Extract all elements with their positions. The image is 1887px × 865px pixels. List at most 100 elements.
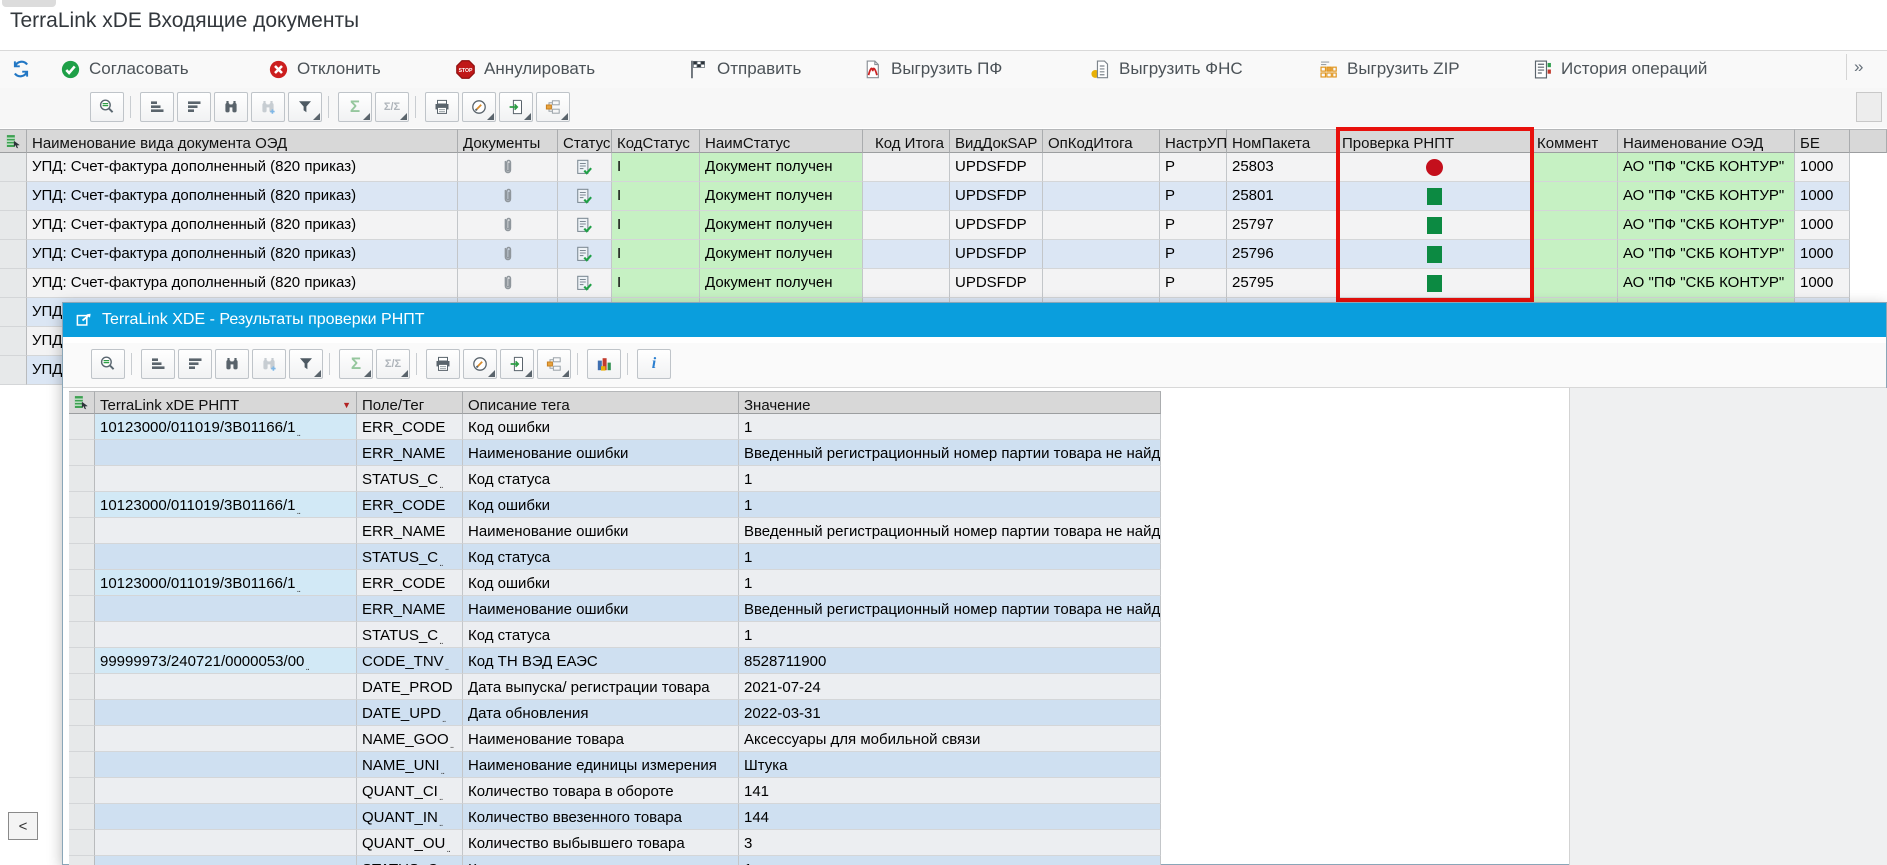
paperclip-icon[interactable] bbox=[498, 158, 517, 177]
cell-tag[interactable]: CODE_TNV bbox=[357, 648, 463, 674]
cell-key[interactable] bbox=[95, 700, 357, 726]
row-selector-cell[interactable] bbox=[69, 856, 95, 865]
cell-nastrupd[interactable]: P bbox=[1160, 269, 1227, 298]
document-check-icon[interactable] bbox=[575, 274, 594, 293]
cell-status[interactable] bbox=[558, 153, 612, 182]
toolbar-button-history[interactable]: История операций bbox=[1532, 54, 1707, 84]
cell-desc[interactable]: Код ошибки bbox=[463, 570, 739, 596]
row-selector-cell[interactable] bbox=[69, 778, 95, 804]
subtotal-button[interactable]: Σ/Σ bbox=[376, 349, 410, 379]
cell-documents[interactable] bbox=[458, 269, 558, 298]
views-button[interactable] bbox=[463, 349, 497, 379]
sort-asc-button[interactable] bbox=[140, 92, 174, 122]
cell-nompaketa[interactable]: 25803 bbox=[1227, 153, 1337, 182]
cell-desc[interactable]: Наименование ошибки bbox=[463, 440, 739, 466]
detail-button[interactable] bbox=[90, 92, 124, 122]
cell-naimstatus[interactable]: Документ получен bbox=[700, 182, 863, 211]
cell-tag[interactable]: QUANT_CI bbox=[357, 778, 463, 804]
cell-komment[interactable] bbox=[1532, 182, 1618, 211]
cell-value[interactable]: 1 bbox=[739, 414, 1161, 440]
subtotal-button[interactable]: Σ/Σ bbox=[375, 92, 409, 122]
cell-value[interactable]: 1 bbox=[739, 856, 1161, 865]
cell-desc[interactable]: Код статуса bbox=[463, 622, 739, 648]
cell-desc[interactable]: Код ошибки bbox=[463, 414, 739, 440]
cell-tag[interactable]: QUANT_OU bbox=[357, 830, 463, 856]
cell-key[interactable] bbox=[95, 596, 357, 622]
cell-naimstatus[interactable]: Документ получен bbox=[700, 240, 863, 269]
cell-desc[interactable]: Наименование товара bbox=[463, 726, 739, 752]
layout-button[interactable] bbox=[537, 349, 571, 379]
cell-viddoksap[interactable]: UPDSFDP bbox=[950, 182, 1043, 211]
cell-key[interactable] bbox=[95, 778, 357, 804]
grid-scroll-corner[interactable] bbox=[1856, 92, 1882, 122]
row-selector-cell[interactable] bbox=[69, 414, 95, 440]
cell-naim_oed[interactable]: АО "ПФ "СКБ КОНТУР" bbox=[1618, 269, 1795, 298]
cell-value[interactable]: 1 bbox=[739, 492, 1161, 518]
cell-key[interactable] bbox=[95, 830, 357, 856]
row-selector-cell[interactable] bbox=[69, 544, 95, 570]
cell-kod_itoga[interactable] bbox=[863, 153, 950, 182]
cell-doc_type[interactable]: УПД: Счет-фактура дополненный (820 прика… bbox=[27, 211, 458, 240]
filter-button[interactable] bbox=[289, 349, 323, 379]
detail-button[interactable] bbox=[91, 349, 125, 379]
row-selector-cell[interactable] bbox=[69, 648, 95, 674]
cell-value[interactable]: 141 bbox=[739, 778, 1161, 804]
column-header-kod_itoga[interactable]: Код Итога bbox=[863, 129, 950, 153]
cell-naimstatus[interactable]: Документ получен bbox=[700, 211, 863, 240]
cell-viddoksap[interactable]: UPDSFDP bbox=[950, 269, 1043, 298]
filter-button[interactable] bbox=[288, 92, 322, 122]
cell-kod_itoga[interactable] bbox=[863, 269, 950, 298]
cell-value[interactable]: Введенный регистрационный номер партии т… bbox=[739, 440, 1161, 466]
cell-doc_type[interactable]: УПД: Счет-фактура дополненный (820 прика… bbox=[27, 182, 458, 211]
sum-button[interactable]: Σ bbox=[339, 349, 373, 379]
cell-documents[interactable] bbox=[458, 153, 558, 182]
cell-kod_itoga[interactable] bbox=[863, 182, 950, 211]
cell-tag[interactable]: ERR_NAME bbox=[357, 518, 463, 544]
cell-key[interactable]: 10123000/011019/3В01166/1 bbox=[95, 492, 357, 518]
cell-nompaketa[interactable]: 25795 bbox=[1227, 269, 1337, 298]
cell-key[interactable] bbox=[95, 518, 357, 544]
column-header-desc[interactable]: Описание тега bbox=[463, 391, 739, 414]
cell-value[interactable]: 2022-03-31 bbox=[739, 700, 1161, 726]
toolbar-button-fns-doc[interactable]: Выгрузить ФНС bbox=[1090, 54, 1243, 84]
column-header-doc_type[interactable]: Наименование вида документа ОЭД bbox=[27, 129, 458, 153]
document-check-icon[interactable] bbox=[575, 158, 594, 177]
dialog-titlebar[interactable]: TerraLink XDE - Результаты проверки РНПТ bbox=[63, 303, 1886, 337]
cell-be[interactable]: 1000 bbox=[1795, 211, 1850, 240]
cell-be[interactable]: 1000 bbox=[1795, 240, 1850, 269]
cell-desc[interactable]: Наименование ошибки bbox=[463, 596, 739, 622]
print-button[interactable] bbox=[425, 92, 459, 122]
cell-opkoditoga[interactable] bbox=[1043, 211, 1160, 240]
cell-key[interactable] bbox=[95, 674, 357, 700]
column-header-viddoksap[interactable]: ВидДокSAP bbox=[950, 129, 1043, 153]
cell-desc[interactable]: Код статуса bbox=[463, 466, 739, 492]
toolbar-button-pdf[interactable]: Выгрузить ПФ bbox=[862, 54, 1002, 84]
cell-nastrupd[interactable]: P bbox=[1160, 211, 1227, 240]
scroll-left-button[interactable]: < bbox=[8, 812, 38, 840]
cell-doc_type[interactable]: УПД: Счет-фактура дополненный (820 прика… bbox=[27, 153, 458, 182]
column-header-tag[interactable]: Поле/Тег bbox=[357, 391, 463, 414]
row-selector-cell[interactable] bbox=[0, 327, 27, 356]
cell-status[interactable] bbox=[558, 182, 612, 211]
column-header-value[interactable]: Значение bbox=[739, 391, 1161, 414]
cell-tag[interactable]: DATE_UPD bbox=[357, 700, 463, 726]
cell-key[interactable] bbox=[95, 804, 357, 830]
cell-value[interactable]: 144 bbox=[739, 804, 1161, 830]
cell-value[interactable]: 3 bbox=[739, 830, 1161, 856]
toolbar-button-zip[interactable]: Выгрузить ZIP bbox=[1318, 54, 1460, 84]
row-selector-cell[interactable] bbox=[69, 570, 95, 596]
cell-tag[interactable]: ERR_NAME bbox=[357, 596, 463, 622]
cell-status[interactable] bbox=[558, 240, 612, 269]
cell-nastrupd[interactable]: P bbox=[1160, 153, 1227, 182]
export-button[interactable] bbox=[499, 92, 533, 122]
find-next-button[interactable] bbox=[251, 92, 285, 122]
cell-desc[interactable]: Код статуса bbox=[463, 544, 739, 570]
cell-tag[interactable]: ERR_CODE bbox=[357, 570, 463, 596]
find-next-button[interactable] bbox=[252, 349, 286, 379]
export-button[interactable] bbox=[500, 349, 534, 379]
info-button[interactable]: i bbox=[637, 349, 671, 379]
cell-key[interactable] bbox=[95, 440, 357, 466]
row-selector-cell[interactable] bbox=[69, 440, 95, 466]
cell-opkoditoga[interactable] bbox=[1043, 240, 1160, 269]
cell-value[interactable]: 1 bbox=[739, 466, 1161, 492]
